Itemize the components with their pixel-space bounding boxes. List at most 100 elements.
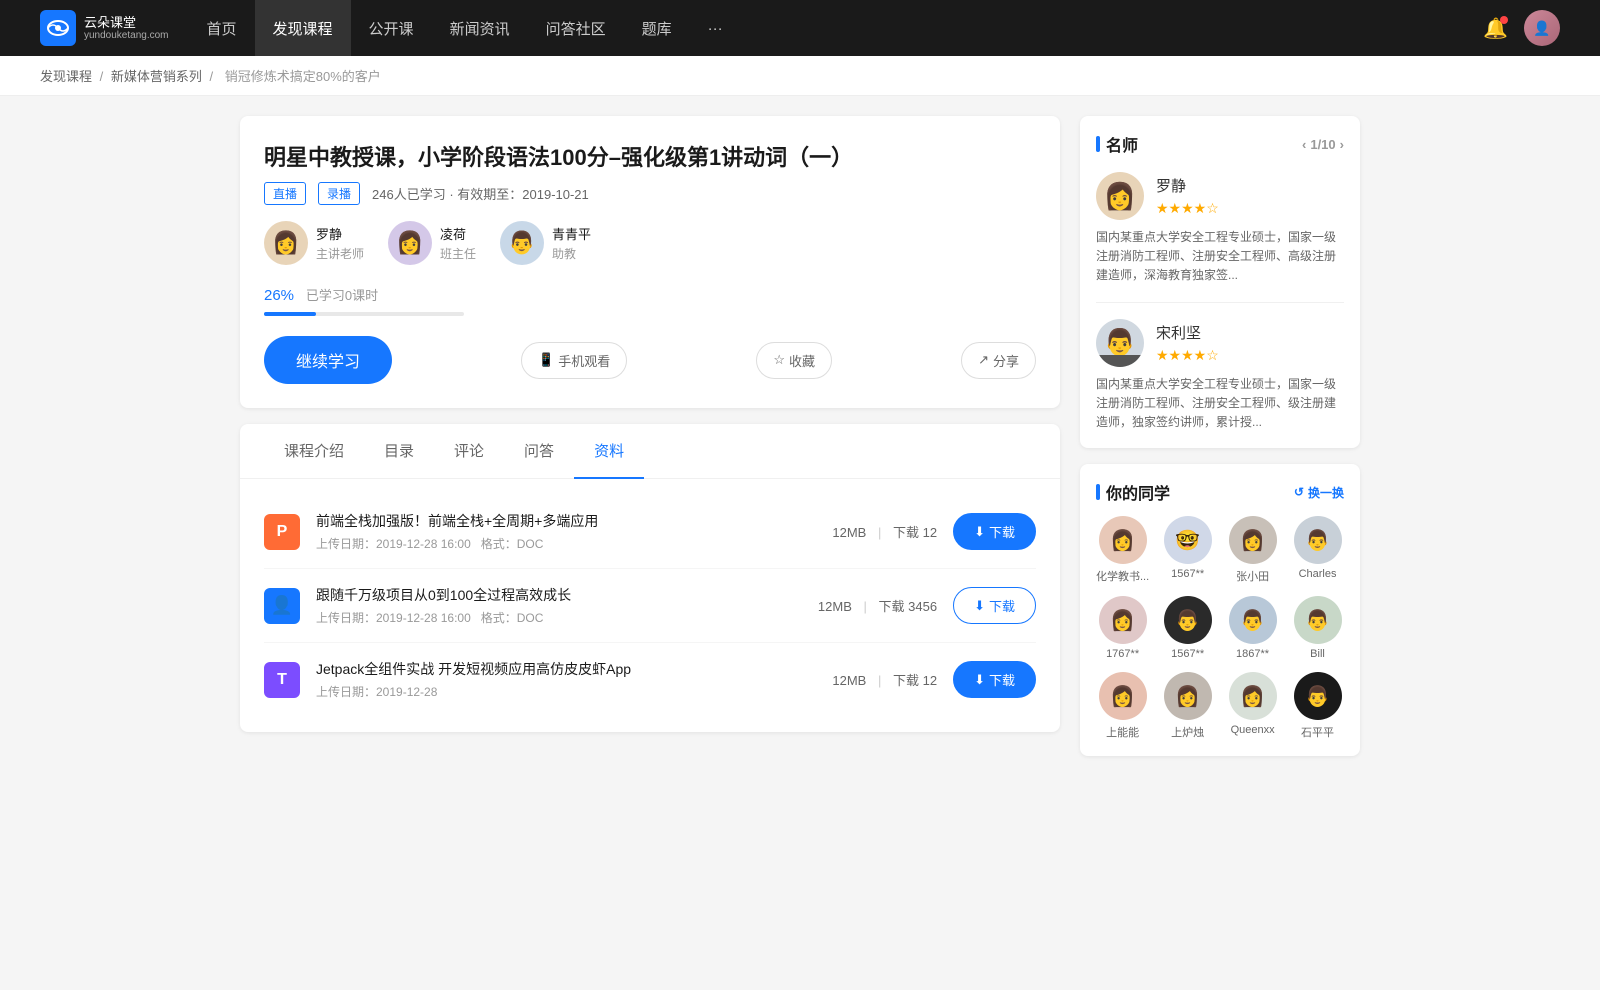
classmate-8: 👩 上能能 (1096, 672, 1149, 740)
classmate-name-3: Charles (1299, 568, 1337, 580)
progress-bar-bg (264, 312, 464, 316)
nav-item-qa[interactable]: 问答社区 (528, 0, 624, 56)
prev-page-icon[interactable]: ‹ (1302, 137, 1306, 152)
logo-sub: yundouketang.com (84, 30, 169, 41)
famous-teacher-info-0: 罗静 ★★★★☆ (1156, 175, 1219, 217)
famous-teacher-stars-1: ★★★★☆ (1156, 347, 1219, 364)
famous-teacher-1: 👨 宋利坚 ★★★★☆ 国内某重点大学安全工程专业硕士，国家一级注册消防工程师、… (1096, 319, 1344, 433)
next-page-icon[interactable]: › (1340, 137, 1344, 152)
course-title: 明星中教授课，小学阶段语法100分–强化级第1讲动词（一） (264, 140, 1036, 172)
main-content: 明星中教授课，小学阶段语法100分–强化级第1讲动词（一） 直播 录播 246人… (200, 96, 1400, 792)
classmate-avatar-3: 👨 (1294, 516, 1342, 564)
nav-item-quiz[interactable]: 题库 (624, 0, 690, 56)
file-item-0: P 前端全栈加强版！前端全栈+全周期+多端应用 上传日期：2019-12-28 … (264, 495, 1036, 569)
logo-text: 云朵课堂 (84, 15, 169, 31)
avatar-placeholder: 👤 (1524, 10, 1560, 46)
tab-intro[interactable]: 课程介绍 (264, 424, 364, 479)
teacher-0: 👩 罗静 主讲老师 (264, 221, 364, 265)
breadcrumb-link-series[interactable]: 新媒体营销系列 (111, 69, 202, 84)
file-name-0: 前端全栈加强版！前端全栈+全周期+多端应用 (316, 511, 816, 531)
classmate-name-4: 1767** (1106, 648, 1139, 660)
nav-item-more[interactable]: ··· (690, 0, 741, 56)
nav-item-news[interactable]: 新闻资讯 (432, 0, 528, 56)
tabs-header: 课程介绍 目录 评论 问答 资料 (240, 424, 1060, 479)
right-panel: 名师 ‹ 1/10 › 👩 罗静 ★★★★☆ 国内某重点大学 (1080, 116, 1360, 772)
teacher-role-1: 班主任 (440, 245, 476, 262)
classmate-name-9: 上炉烛 (1171, 724, 1204, 740)
file-stats-1: 12MB | 下载 3456 (818, 596, 937, 615)
classmate-avatar-10: 👩 (1229, 672, 1277, 720)
tab-resources[interactable]: 资料 (574, 424, 644, 479)
refresh-classmates-button[interactable]: ↺ 换一换 (1294, 484, 1344, 501)
logo[interactable]: 云朵课堂 yundouketang.com (40, 10, 169, 46)
classmates-card: 你的同学 ↺ 换一换 👩 化学教书... 🤓 1567** (1080, 464, 1360, 756)
breadcrumb-sep-2: / (210, 69, 217, 84)
tab-catalog[interactable]: 目录 (364, 424, 434, 479)
mobile-watch-label: 手机观看 (558, 351, 610, 370)
classmate-name-5: 1567** (1171, 648, 1204, 660)
breadcrumb-link-discover[interactable]: 发现课程 (40, 69, 92, 84)
file-icon-2: T (264, 662, 300, 698)
refresh-icon: ↺ (1294, 485, 1304, 499)
file-name-1: 跟随千万级项目从0到100全过程高效成长 (316, 585, 802, 605)
famous-teachers-card: 名师 ‹ 1/10 › 👩 罗静 ★★★★☆ 国内某重点大学 (1080, 116, 1360, 448)
download-button-1[interactable]: ⬇ 下载 (953, 587, 1036, 624)
famous-teacher-header-1: 👨 宋利坚 ★★★★☆ (1096, 319, 1344, 367)
breadcrumb-sep-1: / (100, 69, 107, 84)
download-button-0[interactable]: ⬇ 下载 (953, 513, 1036, 550)
file-meta-2: 上传日期：2019-12-28 (316, 683, 816, 700)
nav-item-home[interactable]: 首页 (189, 0, 255, 56)
famous-teacher-stars-0: ★★★★☆ (1156, 200, 1219, 217)
download-icon-1: ⬇ (974, 598, 985, 614)
classmate-4: 👩 1767** (1096, 596, 1149, 660)
famous-teachers-title: 名师 ‹ 1/10 › (1096, 132, 1344, 156)
share-button[interactable]: ↗ 分享 (961, 342, 1036, 379)
classmate-0: 👩 化学教书... (1096, 516, 1149, 584)
user-avatar[interactable]: 👤 (1524, 10, 1560, 46)
file-stats-0: 12MB | 下载 12 (832, 522, 937, 541)
download-icon-2: ⬇ (974, 672, 985, 688)
teacher-2: 👨 青青平 助教 (500, 221, 591, 265)
download-button-2[interactable]: ⬇ 下载 (953, 661, 1036, 698)
share-icon: ↗ (978, 352, 989, 368)
famous-teacher-name-1: 宋利坚 (1156, 322, 1219, 343)
nav-items: 首页 发现课程 公开课 新闻资讯 问答社区 题库 ··· (189, 0, 1484, 56)
classmate-avatar-4: 👩 (1099, 596, 1147, 644)
classmate-2: 👩 张小田 (1226, 516, 1279, 584)
tabs-card: 课程介绍 目录 评论 问答 资料 P 前端全栈加强版！前端全栈+全周期+多端应用… (240, 424, 1060, 732)
share-label: 分享 (993, 351, 1019, 370)
collect-button[interactable]: ☆ 收藏 (756, 342, 832, 379)
progress-bar-fill (264, 312, 316, 316)
notification-dot (1500, 16, 1508, 24)
tab-review[interactable]: 评论 (434, 424, 504, 479)
continue-learning-button[interactable]: 继续学习 (264, 336, 392, 384)
classmate-5: 👨 1567** (1161, 596, 1214, 660)
file-info-0: 前端全栈加强版！前端全栈+全周期+多端应用 上传日期：2019-12-28 16… (316, 511, 816, 552)
file-item-2: T Jetpack全组件实战 开发短视频应用高仿皮皮虾App 上传日期：2019… (264, 643, 1036, 716)
teacher-name-2: 青青平 (552, 224, 591, 243)
download-icon-0: ⬇ (974, 524, 985, 540)
classmate-name-6: 1867** (1236, 648, 1269, 660)
teacher-name-0: 罗静 (316, 224, 364, 243)
famous-teacher-desc-1: 国内某重点大学安全工程专业硕士，国家一级注册消防工程师、注册安全工程师、级注册建… (1096, 375, 1344, 433)
course-meta: 直播 录播 246人已学习 · 有效期至：2019-10-21 (264, 182, 1036, 205)
breadcrumb: 发现课程 / 新媒体营销系列 / 销冠修炼术搞定80%的客户 (0, 56, 1600, 96)
tab-qa[interactable]: 问答 (504, 424, 574, 479)
classmate-name-8: 上能能 (1106, 724, 1139, 740)
bell-icon[interactable]: 🔔 (1483, 16, 1508, 41)
famous-teacher-desc-0: 国内某重点大学安全工程专业硕士，国家一级注册消防工程师、注册安全工程师、高级注册… (1096, 228, 1344, 286)
badge-rec: 录播 (318, 182, 360, 205)
file-info-2: Jetpack全组件实战 开发短视频应用高仿皮皮虾App 上传日期：2019-1… (316, 659, 816, 700)
classmate-3: 👨 Charles (1291, 516, 1344, 584)
teacher-avatar-1: 👩 (388, 221, 432, 265)
mobile-watch-button[interactable]: 📱 手机观看 (521, 342, 627, 379)
left-panel: 明星中教授课，小学阶段语法100分–强化级第1讲动词（一） 直播 录播 246人… (240, 116, 1060, 772)
nav-right: 🔔 👤 (1483, 10, 1560, 46)
nav-item-open[interactable]: 公开课 (351, 0, 432, 56)
teacher-info-0: 罗静 主讲老师 (316, 224, 364, 262)
teachers-list: 👩 罗静 主讲老师 👩 凌荷 班主任 (264, 221, 1036, 265)
classmate-avatar-9: 👩 (1164, 672, 1212, 720)
nav-item-discover[interactable]: 发现课程 (255, 0, 351, 56)
classmates-grid: 👩 化学教书... 🤓 1567** 👩 张小田 (1096, 516, 1344, 740)
tabs-content: P 前端全栈加强版！前端全栈+全周期+多端应用 上传日期：2019-12-28 … (240, 479, 1060, 732)
